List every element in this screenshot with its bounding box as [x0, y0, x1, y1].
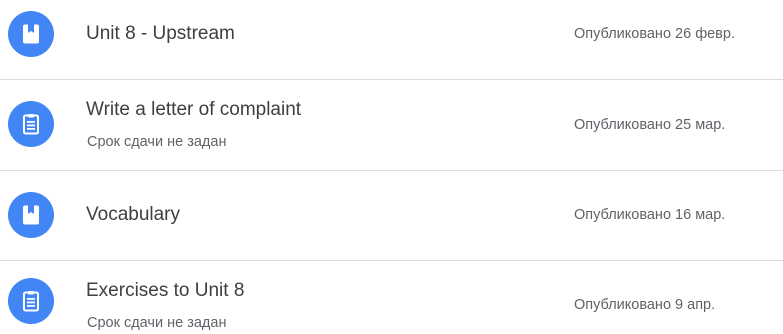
post-title: Exercises to Unit 8	[86, 280, 245, 301]
due-date-label: Срок сдачи не задан	[87, 134, 227, 150]
list-item-vocabulary[interactable]: Vocabulary Опубликовано 16 мар.	[0, 171, 783, 260]
list-item-exercises-to-unit-8[interactable]: Exercises to Unit 8 Срок сдачи не задан …	[0, 261, 783, 334]
classwork-list: Unit 8 - Upstream Опубликовано 26 февр. …	[0, 0, 783, 334]
material-icon	[8, 192, 54, 238]
post-date: Опубликовано 26 февр.	[574, 26, 735, 42]
list-item-write-a-letter-of-complaint[interactable]: Write a letter of complaint Срок сдачи н…	[0, 80, 783, 170]
assignment-icon	[8, 101, 54, 147]
due-date-label: Срок сдачи не задан	[87, 315, 227, 331]
material-icon	[8, 11, 54, 57]
assignment-icon	[8, 278, 54, 324]
post-date: Опубликовано 25 мар.	[574, 117, 726, 133]
post-title: Write a letter of complaint	[86, 99, 302, 120]
post-title: Vocabulary	[86, 204, 181, 225]
post-date: Опубликовано 9 апр.	[574, 297, 716, 313]
post-date: Опубликовано 16 мар.	[574, 207, 726, 223]
post-title: Unit 8 - Upstream	[86, 23, 235, 44]
list-item-unit-8-upstream[interactable]: Unit 8 - Upstream Опубликовано 26 февр.	[0, 0, 783, 79]
